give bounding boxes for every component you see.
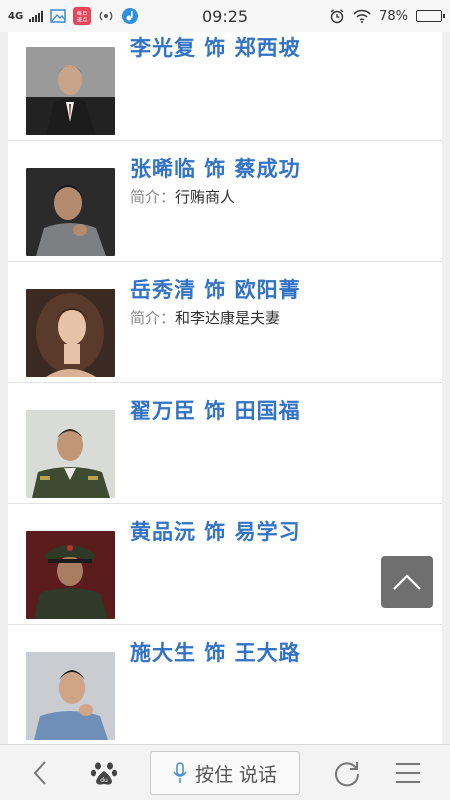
- baidu-home-button[interactable]: du: [84, 745, 124, 800]
- network-type: 4G: [8, 10, 24, 22]
- description-label: 简介：: [130, 309, 176, 327]
- battery-icon: [416, 10, 445, 22]
- voice-input-label: 按住 说话: [194, 763, 278, 786]
- alarm-icon: [330, 9, 344, 24]
- cast-list-item[interactable]: 李光复 饰 郑西坡: [8, 32, 442, 141]
- music-icon: [122, 8, 139, 24]
- back-icon: [33, 761, 46, 785]
- actor-photo[interactable]: [26, 47, 115, 135]
- back-button[interactable]: [20, 745, 60, 800]
- cast-list-item[interactable]: 张晞临 饰 蔡成功 简介：行贿商人: [8, 141, 442, 262]
- status-right: 78%: [329, 8, 445, 24]
- actor-photo[interactable]: [26, 531, 115, 619]
- cast-list-item[interactable]: 岳秀清 饰 欧阳菁 简介：和李达康是夫妻: [8, 262, 442, 383]
- cast-name-link[interactable]: 李光复 饰 郑西坡: [130, 32, 301, 62]
- cast-name-link[interactable]: 张晞临 饰 蔡成功: [130, 153, 301, 183]
- actor-photo[interactable]: [26, 289, 115, 377]
- cast-list-item[interactable]: 黄品沅 饰 易学习: [8, 504, 442, 625]
- microphone-icon: [173, 762, 187, 783]
- signal-icon: [29, 10, 44, 22]
- description-label: 简介：: [130, 188, 176, 206]
- svg-text:du: du: [100, 777, 108, 784]
- gallery-icon: [50, 9, 66, 23]
- status-bar: 4G 每日 速点 09:25 78%: [0, 0, 450, 32]
- cast-name-link[interactable]: 施大生 饰 王大路: [130, 637, 301, 667]
- cast-name-link[interactable]: 翟万臣 饰 田国福: [130, 395, 301, 425]
- cast-name-link[interactable]: 岳秀清 饰 欧阳菁: [130, 274, 301, 304]
- cast-list-item[interactable]: 施大生 饰 王大路: [8, 625, 442, 744]
- refresh-icon: [335, 762, 360, 787]
- actor-photo[interactable]: [26, 652, 115, 740]
- menu-icon: [396, 763, 420, 783]
- cast-list[interactable]: 李光复 饰 郑西坡 张晞临 饰 蔡成功 简介：行贿商人 岳秀清 饰 欧阳菁 简介…: [8, 32, 442, 744]
- status-left: 4G 每日 速点: [8, 7, 178, 25]
- refresh-button[interactable]: [327, 745, 367, 800]
- voice-input-button[interactable]: 按住 说话: [150, 751, 300, 795]
- cast-list-item[interactable]: 翟万臣 饰 田国福: [8, 383, 442, 504]
- bottom-toolbar: du 按住 说话: [0, 744, 450, 800]
- actor-photo[interactable]: [26, 410, 115, 498]
- daily-news-app-icon: 每日 速点: [73, 7, 92, 25]
- hotspot-icon: [99, 11, 113, 21]
- svg-text:每日: 每日: [77, 9, 88, 17]
- cast-description: 简介：和李达康是夫妻: [130, 307, 280, 328]
- description-text: 行贿商人: [175, 188, 236, 206]
- clock: 09:25: [202, 6, 249, 26]
- description-text: 和李达康是夫妻: [175, 309, 281, 327]
- wifi-icon: [353, 9, 371, 23]
- cast-name-link[interactable]: 黄品沅 饰 易学习: [130, 516, 301, 546]
- baidu-paw-icon: du: [90, 762, 118, 785]
- back-to-top-button[interactable]: [381, 556, 433, 608]
- cast-description: 简介：行贿商人: [130, 186, 235, 207]
- svg-text:速点: 速点: [77, 16, 88, 23]
- battery-percent: 78%: [379, 8, 408, 24]
- chevron-up-icon: [393, 574, 421, 590]
- menu-button[interactable]: [388, 745, 428, 800]
- actor-photo[interactable]: [26, 168, 115, 256]
